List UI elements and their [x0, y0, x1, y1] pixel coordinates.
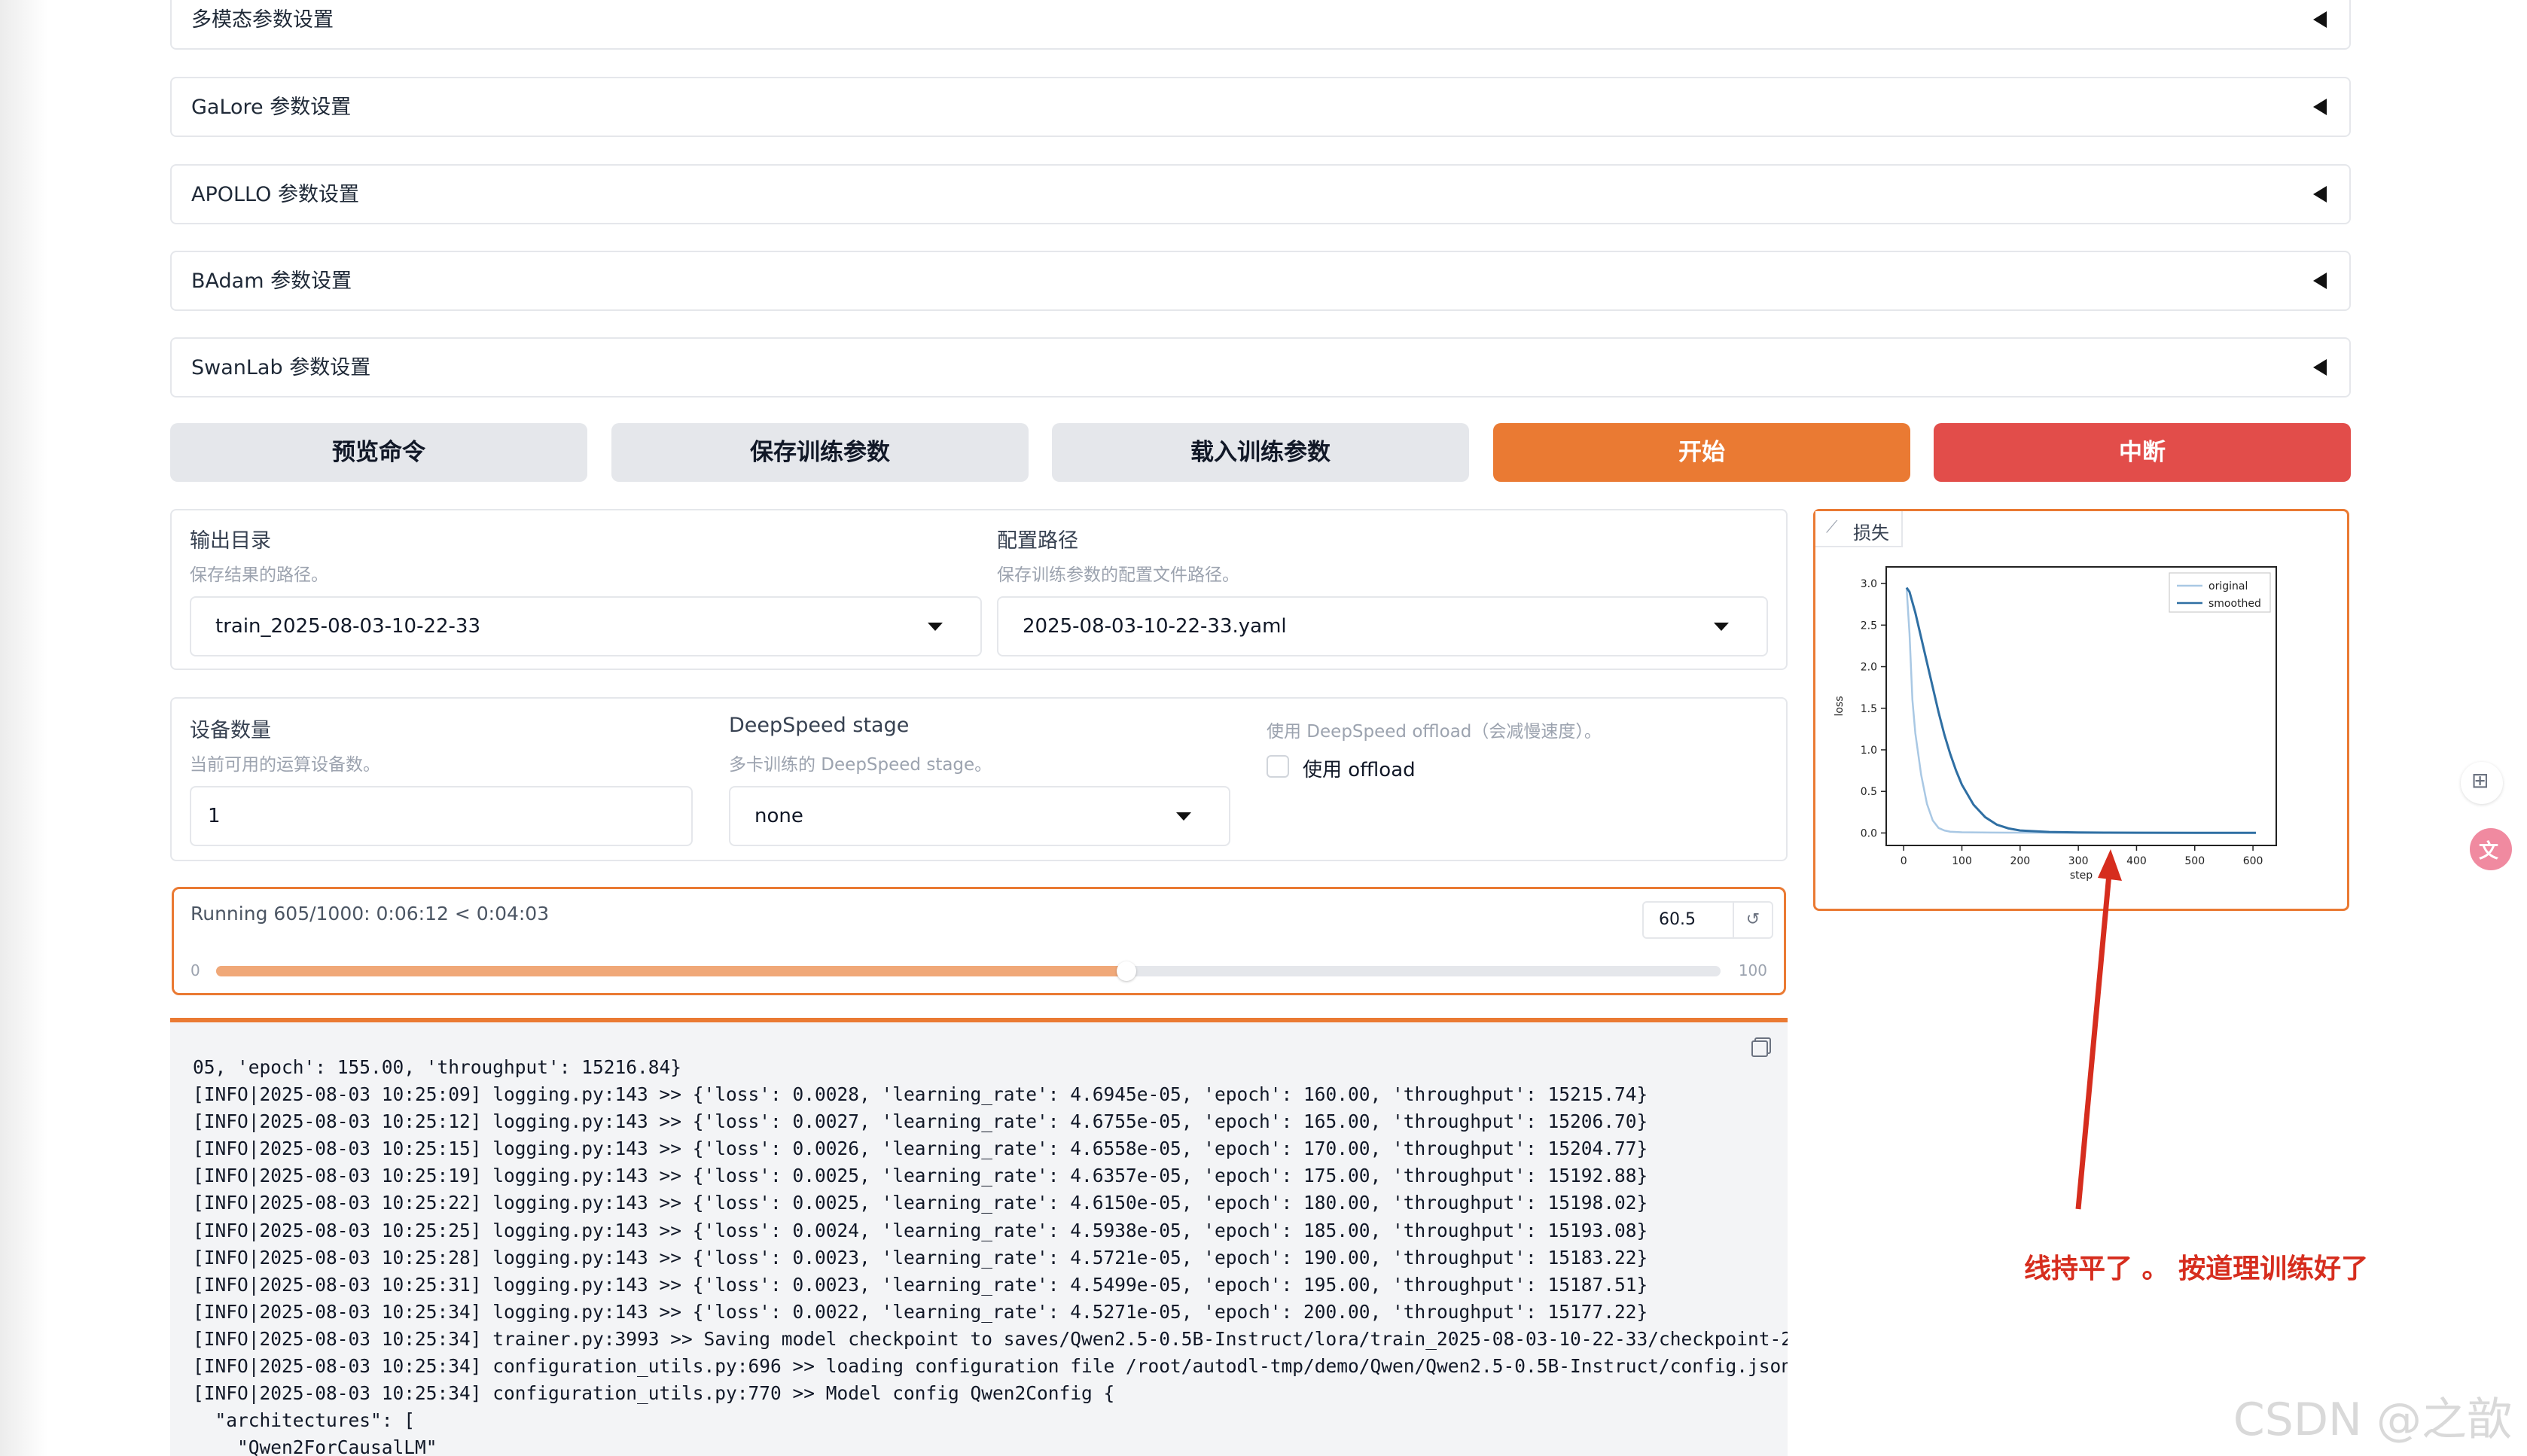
preview-command-button[interactable]: 预览命令 — [170, 423, 587, 482]
x-tick-label: 200 — [2010, 855, 2030, 867]
y-tick-label: 1.5 — [1861, 703, 1877, 715]
output-config-panel: 输出目录 保存结果的路径。 train_2025-08-03-10-22-33 … — [170, 509, 1788, 670]
device-count-label: 设备数量 — [190, 719, 271, 742]
device-count-info: 当前可用的运算设备数。 — [190, 755, 380, 775]
config-path-label: 配置路径 — [997, 529, 1078, 553]
config-path-select[interactable]: 2025-08-03-10-22-33.yaml — [997, 596, 1768, 656]
config-path-value: 2025-08-03-10-22-33.yaml — [1023, 615, 1287, 638]
log-line: "Qwen2ForCausalLM" — [193, 1436, 437, 1456]
log-line: [INFO|2025-08-03 10:25:31] logging.py:14… — [193, 1273, 1648, 1296]
accordion-swanlab[interactable]: SwanLab 参数设置 — [170, 337, 2351, 398]
caret-left-icon — [2313, 11, 2327, 28]
annotation-text: 线持平了 。 按道理训练好了 — [2024, 1253, 2369, 1284]
plot-tab[interactable]: ⟋ 损失 — [1815, 511, 1903, 547]
caret-left-icon — [2313, 99, 2327, 115]
output-dir-label: 输出目录 — [190, 529, 271, 553]
plot-tab-label: 损失 — [1853, 522, 1889, 544]
x-tick-label: 600 — [2243, 855, 2263, 867]
legend-label-smoothed: smoothed — [2208, 598, 2261, 610]
accordion-label: GaLore 参数设置 — [191, 96, 352, 119]
deepspeed-stage-value: none — [754, 805, 803, 827]
save-args-button[interactable]: 保存训练参数 — [611, 423, 1029, 482]
log-line: [INFO|2025-08-03 10:25:34] trainer.py:39… — [193, 1327, 1788, 1350]
device-count-input[interactable]: 1 — [190, 786, 693, 846]
caret-left-icon — [2313, 186, 2327, 203]
y-tick-label: 2.0 — [1861, 662, 1877, 674]
config-path-info: 保存训练参数的配置文件路径。 — [997, 565, 1239, 585]
accordion-label: SwanLab 参数设置 — [191, 356, 371, 379]
output-dir-info: 保存结果的路径。 — [190, 565, 328, 585]
chart-line-icon: ⟋ — [1826, 518, 1838, 537]
output-dir-value: train_2025-08-03-10-22-33 — [215, 615, 481, 638]
chevron-down-icon — [1714, 623, 1729, 631]
deepspeed-stage-info: 多卡训练的 DeepSpeed stage。 — [729, 755, 992, 775]
accordion-apollo[interactable]: APOLLO 参数设置 — [170, 164, 2351, 224]
x-tick-label: 400 — [2126, 855, 2147, 867]
device-count-value: 1 — [208, 805, 221, 827]
accordion-multimodal[interactable]: 多模态参数设置 — [170, 0, 2351, 50]
progress-status-text: Running 605/1000: 0:06:12 < 0:04:03 — [191, 903, 550, 924]
progress-number-box[interactable]: 60.5 ↺ — [1642, 901, 1773, 939]
load-args-button[interactable]: 载入训练参数 — [1052, 423, 1469, 482]
annotation-arrow — [2075, 849, 2122, 1210]
progress-fill — [216, 966, 1126, 976]
translate-icon[interactable]: 文 — [2470, 828, 2512, 870]
progress-track[interactable] — [216, 961, 1721, 981]
deepspeed-stage-label: DeepSpeed stage — [729, 714, 910, 737]
deepspeed-stage-select[interactable]: none — [729, 786, 1230, 846]
y-tick-label: 1.0 — [1861, 745, 1877, 757]
log-line: [INFO|2025-08-03 10:25:34] configuration… — [193, 1382, 1115, 1405]
page-left-shadow — [0, 0, 48, 1456]
slider-min-label: 0 — [191, 961, 200, 979]
accordion-label: APOLLO 参数设置 — [191, 183, 359, 206]
training-progress-panel: Running 605/1000: 0:06:12 < 0:04:03 60.5… — [172, 887, 1786, 995]
legend-label-original: original — [2208, 580, 2248, 592]
chevron-down-icon — [1176, 812, 1191, 821]
caret-left-icon — [2313, 359, 2327, 376]
caret-left-icon — [2313, 273, 2327, 289]
x-tick-label: 500 — [2184, 855, 2205, 867]
offload-label[interactable]: 使用 offload — [1303, 754, 1416, 782]
annotation-arrow-line — [2075, 865, 2113, 1210]
offload-checkbox[interactable] — [1267, 755, 1289, 778]
accordion-galore[interactable]: GaLore 参数设置 — [170, 77, 2351, 137]
accordion-label: BAdam 参数设置 — [191, 270, 352, 293]
watermark: CSDN @之歆 — [2233, 1394, 2512, 1446]
x-tick-label: 100 — [1952, 855, 1972, 867]
reset-icon[interactable]: ↺ — [1733, 903, 1772, 937]
chevron-down-icon — [928, 623, 943, 631]
log-line: 05, 'epoch': 155.00, 'throughput': 15216… — [193, 1056, 682, 1078]
log-line: [INFO|2025-08-03 10:25:34] logging.py:14… — [193, 1300, 1648, 1323]
annotation-arrow-head — [2098, 849, 2122, 881]
y-tick-label: 0.0 — [1861, 827, 1877, 839]
log-line: [INFO|2025-08-03 10:25:12] logging.py:14… — [193, 1110, 1648, 1133]
log-line: "architectures": [ — [193, 1409, 416, 1432]
log-line: [INFO|2025-08-03 10:25:15] logging.py:14… — [193, 1138, 1648, 1160]
progress-number-value: 60.5 — [1659, 910, 1696, 929]
device-panel: 设备数量 当前可用的运算设备数。 1 DeepSpeed stage 多卡训练的… — [170, 697, 1788, 861]
y-tick-label: 3.0 — [1861, 578, 1877, 590]
abort-button[interactable]: 中断 — [1934, 423, 2351, 482]
offload-info: 使用 DeepSpeed offload（会减慢速度）。 — [1267, 722, 1602, 742]
y-tick-label: 0.5 — [1861, 786, 1877, 798]
progress-handle[interactable] — [1116, 961, 1136, 981]
slider-max-label: 100 — [1738, 961, 1767, 979]
output-dir-select[interactable]: train_2025-08-03-10-22-33 — [190, 596, 982, 656]
log-line: [INFO|2025-08-03 10:25:22] logging.py:14… — [193, 1192, 1648, 1214]
log-line: [INFO|2025-08-03 10:25:19] logging.py:14… — [193, 1165, 1648, 1187]
x-tick-label: 0 — [1901, 855, 1907, 867]
grid-add-icon[interactable]: ⊞ — [2461, 762, 2503, 804]
log-line: [INFO|2025-08-03 10:25:09] logging.py:14… — [193, 1083, 1648, 1106]
training-log-output[interactable]: 05, 'epoch': 155.00, 'throughput': 15216… — [170, 1018, 1788, 1456]
y-axis-label: loss — [1834, 696, 1846, 716]
start-button[interactable]: 开始 — [1493, 423, 1910, 482]
log-line: [INFO|2025-08-03 10:25:25] logging.py:14… — [193, 1219, 1648, 1241]
log-lines: 05, 'epoch': 155.00, 'throughput': 15216… — [193, 1054, 1788, 1456]
y-tick-label: 2.5 — [1861, 620, 1877, 632]
accordion-label: 多模态参数设置 — [191, 8, 334, 32]
accordion-badam[interactable]: BAdam 参数设置 — [170, 251, 2351, 311]
log-line: [INFO|2025-08-03 10:25:34] configuration… — [193, 1355, 1788, 1378]
log-line: [INFO|2025-08-03 10:25:28] logging.py:14… — [193, 1246, 1648, 1269]
